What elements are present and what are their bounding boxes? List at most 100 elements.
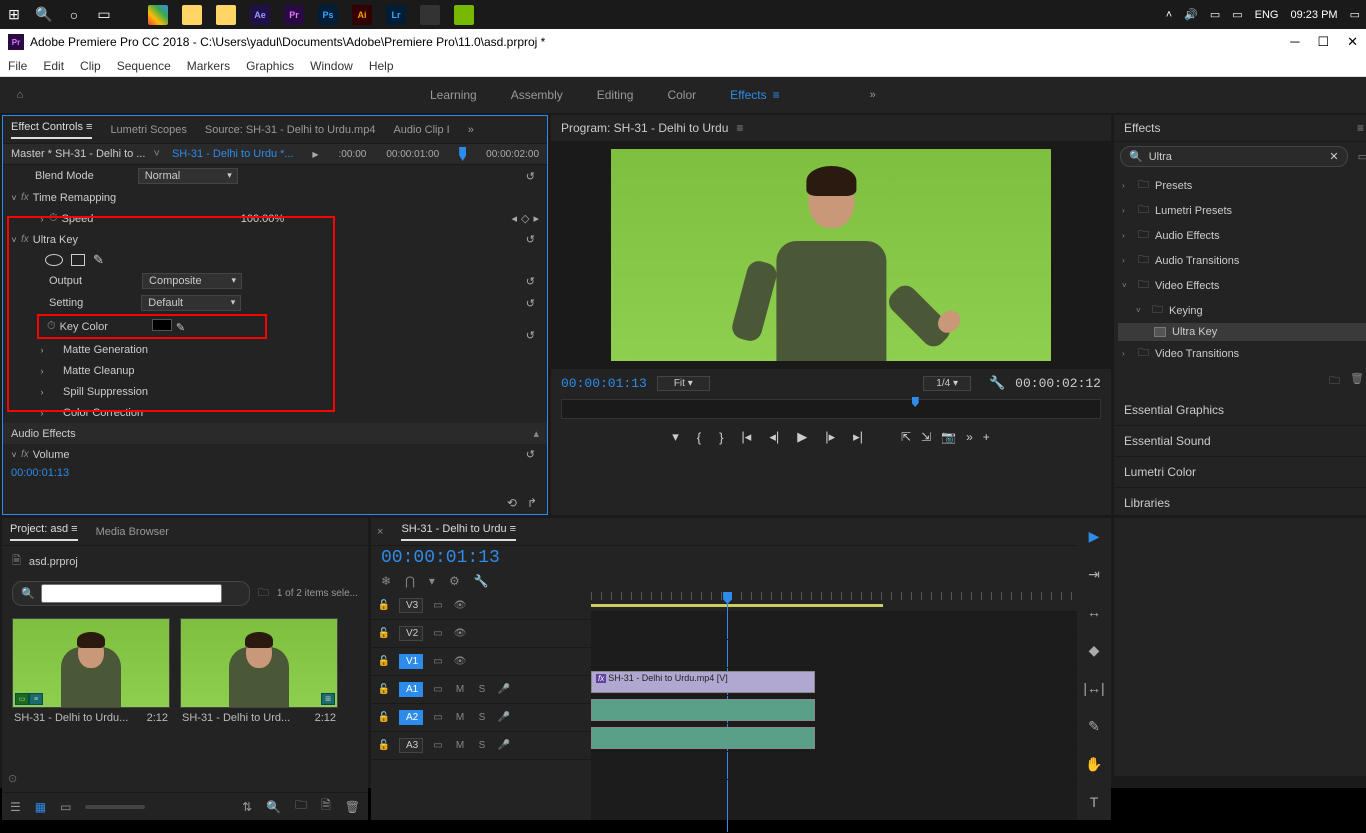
menu-file[interactable]: File (8, 59, 27, 73)
program-timecode-left[interactable]: 00:00:01:13 (561, 376, 647, 391)
lock-icon[interactable]: 🔓 (377, 740, 391, 751)
panel-menu-icon[interactable]: ≡ (736, 121, 743, 135)
menu-clip[interactable]: Clip (80, 59, 101, 73)
tab-source[interactable]: Source: SH-31 - Delhi to Urdu.mp4 (205, 124, 376, 136)
color-swatch[interactable] (152, 319, 172, 331)
blend-mode-dropdown[interactable]: Normal (138, 168, 238, 184)
maximize-button[interactable]: ☐ (1317, 34, 1329, 50)
track-select-tool-icon[interactable]: ⇥ (1082, 562, 1106, 586)
twirl-icon[interactable]: ˅ (7, 235, 21, 245)
wrench-icon[interactable]: 🔧 (474, 574, 489, 588)
language-indicator[interactable]: ENG (1255, 9, 1279, 21)
marker-icon[interactable]: ▾ (429, 574, 435, 588)
ec-timecode[interactable]: 00:00:01:13 (3, 465, 547, 481)
reset-icon[interactable]: ↺ (522, 170, 539, 183)
lightroom-icon[interactable]: Lr (386, 5, 406, 25)
rect-mask-icon[interactable] (71, 254, 85, 266)
workspace-overflow-icon[interactable]: » (870, 89, 876, 101)
settings-icon[interactable]: ⚙ (449, 574, 460, 588)
tab-media-browser[interactable]: Media Browser (96, 526, 169, 538)
workspace-editing[interactable]: Editing (597, 88, 634, 102)
minimize-button[interactable]: ─ (1290, 34, 1299, 50)
video-preview[interactable] (611, 149, 1051, 361)
selection-tool-icon[interactable]: ▶ (1082, 524, 1106, 548)
twirl-icon[interactable]: › (35, 214, 49, 224)
explorer-icon[interactable] (182, 5, 202, 25)
chrome-icon[interactable] (148, 5, 168, 25)
eye-icon[interactable]: 👁 (453, 656, 467, 667)
close-button[interactable]: ✕ (1347, 34, 1358, 50)
tree-keying[interactable]: ˅🗀Keying (1118, 298, 1366, 323)
tree-presets[interactable]: ›🗀Presets (1118, 173, 1366, 198)
menu-sequence[interactable]: Sequence (117, 59, 171, 73)
tab-effect-controls[interactable]: Effect Controls ≡ (11, 121, 92, 139)
home-icon[interactable]: ⌂ (10, 89, 30, 101)
fit-dropdown[interactable]: Fit ▾ (657, 376, 710, 391)
track-v2[interactable]: V2 (399, 626, 423, 641)
tab-sequence[interactable]: SH-31 - Delhi to Urdu ≡ (401, 523, 516, 541)
reset-icon[interactable]: ↺ (522, 275, 539, 288)
video-clip[interactable]: fxSH-31 - Delhi to Urdu.mp4 [V] (591, 671, 815, 693)
reset-icon[interactable]: ↺ (522, 297, 539, 310)
cortana-icon[interactable]: ○ (66, 7, 82, 23)
thumb-size-slider[interactable] (85, 805, 145, 809)
menu-edit[interactable]: Edit (43, 59, 64, 73)
tree-video-effects[interactable]: ˅🗀Video Effects (1118, 273, 1366, 298)
fx-icon[interactable]: fx (21, 234, 29, 245)
track-a1[interactable]: A1 (399, 682, 423, 697)
mark-out-icon[interactable]: } (719, 430, 723, 445)
zoom-dropdown[interactable]: 1/4 ▾ (923, 376, 971, 391)
lift-icon[interactable]: ⇱ (901, 430, 911, 444)
new-bin-icon[interactable]: ▭ (1358, 150, 1366, 163)
lock-icon[interactable]: 🔓 (377, 656, 391, 667)
tab-project[interactable]: Project: asd ≡ (10, 523, 78, 541)
trash-icon[interactable]: 🗑 (345, 800, 360, 814)
track-a2[interactable]: A2 (399, 710, 423, 725)
tree-lumetri-presets[interactable]: ›🗀Lumetri Presets (1118, 198, 1366, 223)
settings-icon[interactable]: 🔧 (989, 375, 1005, 391)
panel-libraries[interactable]: Libraries (1114, 488, 1366, 519)
freeform-view-icon[interactable]: ▭ (60, 800, 71, 814)
tab-overflow-icon[interactable]: » (468, 124, 474, 136)
clock[interactable]: 09:23 PM (1291, 9, 1338, 21)
tab-audio-clip[interactable]: Audio Clip I (393, 124, 449, 136)
eye-icon[interactable]: 👁 (453, 600, 467, 611)
volume-icon[interactable]: 🔊 (1184, 8, 1198, 21)
tab-lumetri-scopes[interactable]: Lumetri Scopes (110, 124, 186, 136)
trash-icon[interactable]: 🗑 (1350, 372, 1364, 391)
toggle-output-icon[interactable]: ▭ (431, 656, 445, 667)
razor-tool-icon[interactable]: ◆ (1082, 638, 1106, 662)
twirl-icon[interactable]: › (35, 345, 49, 355)
solo-icon[interactable]: S (475, 684, 489, 695)
add-marker-icon[interactable]: ▾ (672, 429, 679, 445)
step-fwd-icon[interactable]: |▸ (825, 429, 835, 445)
ripple-tool-icon[interactable]: ↔ (1082, 600, 1106, 624)
twirl-icon[interactable]: › (35, 366, 49, 376)
mic-icon[interactable]: 🎤 (497, 740, 511, 751)
track-v1[interactable]: V1 (399, 654, 423, 669)
new-item-icon[interactable]: 🗎 (321, 796, 331, 817)
aftereffects-icon[interactable]: Ae (250, 5, 270, 25)
explorer-icon-2[interactable] (216, 5, 236, 25)
panel-lumetri-color[interactable]: Lumetri Color (1114, 457, 1366, 488)
track-v3[interactable]: V3 (399, 598, 423, 613)
bin-icon[interactable]: 🗀 (258, 584, 269, 603)
premiere-icon[interactable]: Pr (284, 5, 304, 25)
type-tool-icon[interactable]: T (1082, 790, 1106, 814)
app-icon[interactable] (420, 5, 440, 25)
fx-icon[interactable]: fx (21, 449, 29, 460)
track-a3[interactable]: A3 (399, 738, 423, 753)
export-icon[interactable]: ↱ (527, 496, 537, 510)
mark-in-icon[interactable]: { (697, 430, 701, 445)
timeline-ruler[interactable] (591, 592, 1077, 612)
master-clip-label[interactable]: Master * SH-31 - Delhi to ... (11, 148, 146, 160)
project-thumb-2[interactable]: ⊞ SH-31 - Delhi to Urd...2:12 (180, 618, 338, 728)
notifications-icon[interactable]: ▭ (1350, 8, 1360, 21)
nvidia-icon[interactable] (454, 5, 474, 25)
mic-icon[interactable]: 🎤 (497, 684, 511, 695)
pen-mask-icon[interactable]: ✎ (93, 252, 104, 268)
mini-playhead-icon[interactable] (459, 147, 466, 161)
toggle-output-icon[interactable]: ▭ (431, 628, 445, 639)
fx-icon[interactable]: fx (21, 192, 29, 203)
add-button-icon[interactable]: + (983, 430, 990, 444)
